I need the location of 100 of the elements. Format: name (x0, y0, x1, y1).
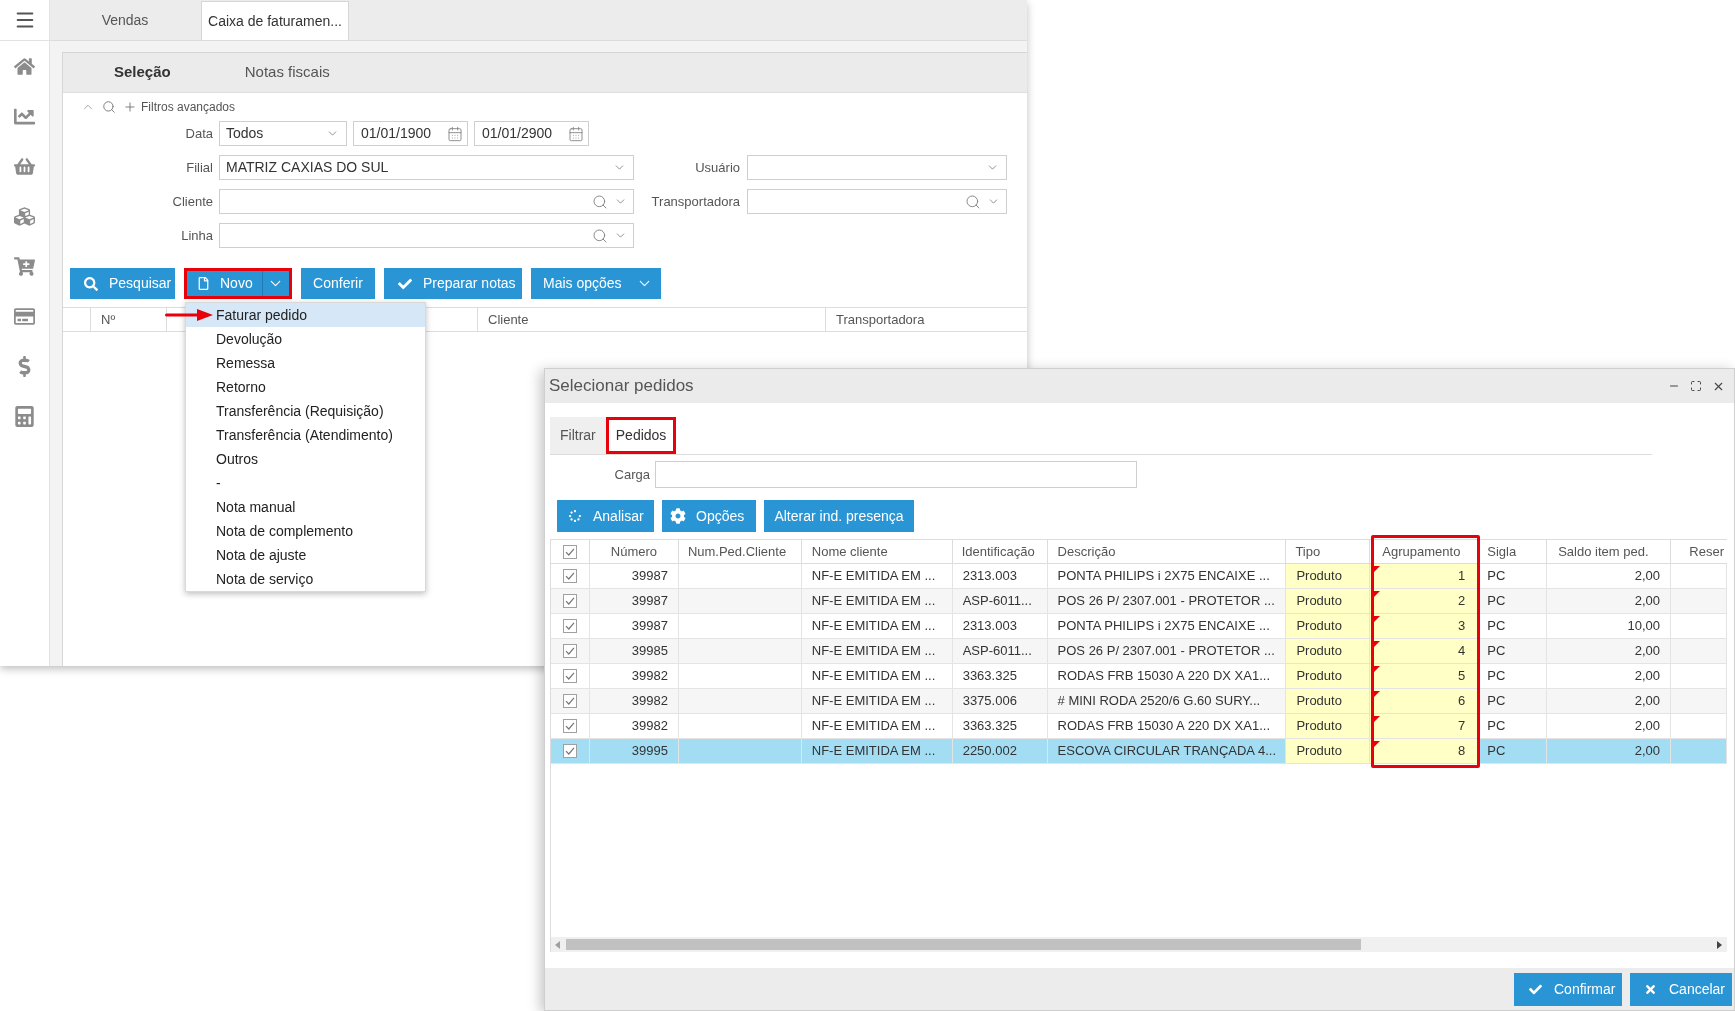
checkbox[interactable] (563, 744, 577, 758)
menu-item[interactable]: - (186, 471, 425, 495)
checkbox[interactable] (563, 719, 577, 733)
editable-cell[interactable]: Produto (1286, 664, 1371, 688)
editable-cell[interactable]: Produto (1286, 689, 1371, 713)
editable-cell[interactable]: 2 (1370, 589, 1480, 613)
menu-item[interactable]: Remessa (186, 351, 425, 375)
checkbox[interactable] (563, 569, 577, 583)
tab[interactable]: Seleção (102, 61, 183, 84)
caret-left-icon[interactable] (555, 940, 560, 949)
column-header[interactable]: Nome cliente (811, 541, 888, 562)
plus-icon[interactable] (123, 100, 137, 114)
column-header[interactable]: Número (610, 541, 658, 562)
menu-item[interactable]: Devolução (186, 327, 425, 351)
editable-cell[interactable]: 8 (1370, 739, 1480, 763)
editable-cell[interactable]: Produto (1286, 739, 1371, 763)
table-cell-text: # MINI RODA 2520/6 G.60 SURY... (1057, 692, 1261, 711)
checkbox[interactable] (563, 644, 577, 658)
select-field[interactable]: Todos (219, 121, 347, 146)
editable-cell[interactable]: Produto (1286, 614, 1371, 638)
input-field[interactable] (655, 461, 1137, 488)
search-icon[interactable] (102, 100, 116, 114)
lookup-field[interactable] (219, 189, 634, 214)
editable-cell[interactable]: 4 (1370, 639, 1480, 663)
table-cell-text: 2313.003 (962, 567, 1017, 586)
cart-plus-icon[interactable] (14, 255, 35, 277)
calendar-icon[interactable] (568, 125, 584, 142)
table-cell-text: PC (1487, 567, 1506, 586)
table-row[interactable]: 39982 NF-E EMITIDA EM ... 3363.325 RODAS FRB 15030 A 220 DX XA1... Produto 5 PC 2,00 (551, 664, 1727, 689)
table-row[interactable]: 39982 NF-E EMITIDA EM ... 3363.325 RODAS FRB 15030 A 220 DX XA1... Produto 7 PC 2,00 (551, 714, 1727, 739)
table-row[interactable]: 39995 NF-E EMITIDA EM ... 2250.002 ESCOVA CIRCULAR TRANÇADA 4... Produto 8 PC 2,00 (551, 739, 1727, 764)
tab[interactable]: Caixa de faturamen... (201, 1, 349, 40)
field-label: Filial (186, 158, 213, 177)
menu-item[interactable]: Faturar pedido (186, 303, 425, 327)
menu-item[interactable]: Retorno (186, 375, 425, 399)
column-header[interactable]: Tipo (1295, 541, 1321, 562)
editable-cell[interactable]: Produto (1286, 589, 1371, 613)
basket-icon[interactable] (14, 155, 35, 177)
table-row[interactable]: 39985 NF-E EMITIDA EM ... ASP-6011... POS 26 P/ 2307.001 - PROTETOR ... Produto 4 PC 2,00 (551, 639, 1727, 664)
menu-item[interactable]: Nota de ajuste (186, 543, 425, 567)
tab[interactable]: Pedidos (605, 417, 677, 454)
calendar-icon[interactable] (447, 125, 463, 142)
table-row[interactable]: 39982 NF-E EMITIDA EM ... 3375.006 # MINI RODA 2520/6 G.60 SURY... Produto 6 PC 2,00 (551, 689, 1727, 714)
menu-item[interactable]: Transferência (Requisição) (186, 399, 425, 423)
column-header[interactable]: Transportadora (836, 309, 925, 330)
editable-cell[interactable]: Produto (1286, 639, 1371, 663)
editable-cell[interactable]: Produto (1286, 714, 1371, 738)
editable-cell[interactable]: 6 (1370, 689, 1480, 713)
scrollbar-thumb[interactable] (566, 939, 1361, 950)
calculator-icon[interactable] (14, 405, 35, 427)
home-icon[interactable] (14, 55, 35, 77)
credit-card-icon[interactable] (14, 305, 35, 327)
column-header[interactable]: Reser (1689, 541, 1724, 562)
select-field[interactable] (747, 155, 1007, 180)
editable-cell[interactable]: 1 (1370, 564, 1480, 588)
checkbox[interactable] (563, 669, 577, 683)
editable-cell[interactable]: Produto (1286, 564, 1371, 588)
editable-cell[interactable]: 3 (1370, 614, 1480, 638)
checkbox[interactable] (563, 544, 577, 559)
search-icon[interactable] (965, 193, 981, 210)
column-header[interactable]: Cliente (488, 309, 529, 330)
table-cell-text: 2,00 (1634, 567, 1661, 586)
menu-item[interactable]: Nota de complemento (186, 519, 425, 543)
dropdown-toggle[interactable] (261, 271, 289, 296)
table-row[interactable]: 39987 NF-E EMITIDA EM ... 2313.003 PONTA PHILIPS i 2X75 ENCAIXE ... Produto 1 PC 2,00 (551, 564, 1727, 589)
search-icon[interactable] (592, 193, 608, 210)
checkbox[interactable] (563, 619, 577, 633)
date-field[interactable]: 01/01/2900 (474, 121, 589, 146)
menu-item[interactable]: Nota de serviço (186, 567, 425, 591)
table-row[interactable]: 39987 NF-E EMITIDA EM ... ASP-6011... POS 26 P/ 2307.001 - PROTETOR ... Produto 2 PC 2,00 (551, 589, 1727, 614)
lookup-field[interactable] (219, 223, 634, 248)
column-header[interactable]: Num.Ped.Cliente (687, 541, 787, 562)
checkbox[interactable] (563, 694, 577, 708)
tab[interactable]: Notas fiscais (232, 61, 342, 84)
table-cell-text: NF-E EMITIDA EM ... (811, 592, 936, 611)
lookup-field[interactable] (747, 189, 1007, 214)
filter-toggle-label[interactable]: Filtros avançados (141, 98, 236, 116)
menu-item[interactable]: Transferência (Atendimento) (186, 423, 425, 447)
editable-cell[interactable]: 7 (1370, 714, 1480, 738)
column-header[interactable]: Sigla (1487, 541, 1517, 562)
search-icon[interactable] (592, 227, 608, 244)
tab[interactable]: Vendas (62, 1, 188, 40)
table-row[interactable]: 39987 NF-E EMITIDA EM ... 2313.003 PONTA PHILIPS i 2X75 ENCAIXE ... Produto 3 PC 10,00 (551, 614, 1727, 639)
caret-right-icon[interactable] (1717, 940, 1722, 949)
column-header[interactable]: Saldo item ped. (1558, 541, 1649, 562)
horizontal-scrollbar[interactable] (551, 937, 1727, 952)
column-header[interactable]: Nº (101, 309, 116, 330)
menu-item[interactable]: Nota manual (186, 495, 425, 519)
column-header[interactable]: Identificação (961, 541, 1035, 562)
editable-cell[interactable]: 5 (1370, 664, 1480, 688)
select-field[interactable]: MATRIZ CAXIAS DO SUL (219, 155, 634, 180)
date-field[interactable]: 01/01/1900 (353, 121, 468, 146)
checkbox[interactable] (563, 594, 577, 608)
menu-item[interactable]: Outros (186, 447, 425, 471)
field-label: Usuário (695, 158, 740, 177)
tab[interactable]: Filtrar (550, 417, 606, 454)
column-header[interactable]: Descrição (1057, 541, 1116, 562)
cubes-icon[interactable] (14, 205, 35, 227)
column-header[interactable]: Agrupamento (1382, 541, 1461, 562)
maximize-icon[interactable] (1690, 380, 1702, 392)
